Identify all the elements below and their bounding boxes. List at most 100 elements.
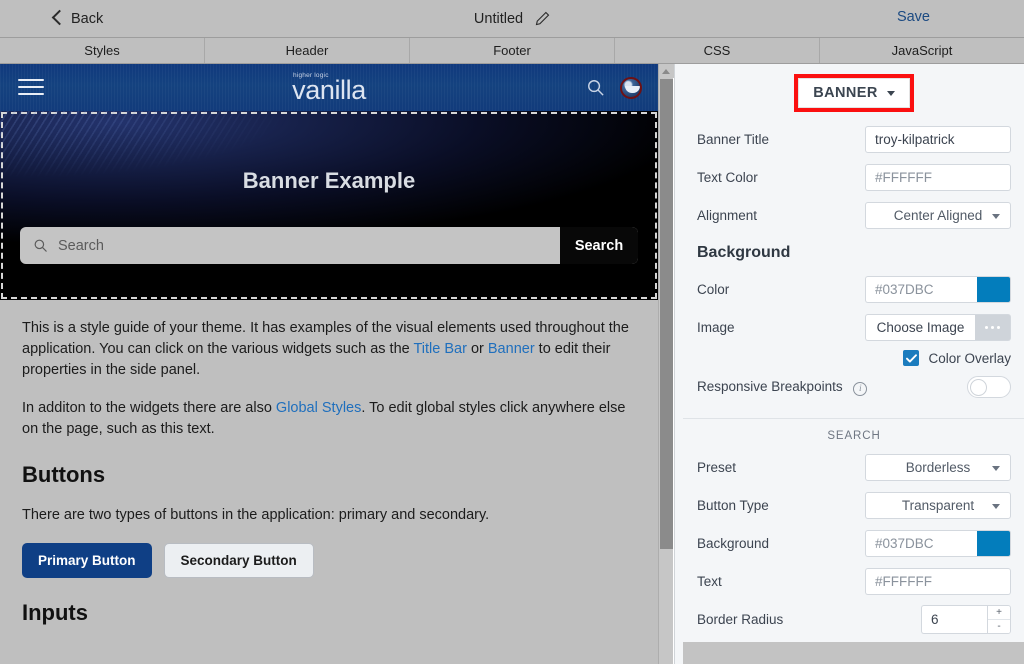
- search-text-swatch[interactable]: [977, 568, 1011, 595]
- avatar[interactable]: [620, 77, 642, 99]
- banner-widget[interactable]: Banner Example Search Search: [0, 111, 658, 300]
- scrollbar-thumb[interactable]: [660, 79, 673, 549]
- guide-p1-text-b: or: [467, 341, 488, 357]
- field-alignment: Alignment Center Aligned: [697, 198, 1011, 232]
- search-text-input[interactable]: #FFFFFF: [865, 568, 977, 595]
- chevron-left-icon: [52, 10, 62, 27]
- info-icon[interactable]: i: [853, 382, 867, 396]
- stepper-increment-button[interactable]: +: [988, 606, 1010, 620]
- color-overlay-checkbox[interactable]: [903, 350, 919, 366]
- secondary-button[interactable]: Secondary Button: [164, 543, 314, 578]
- widget-selector-dropdown[interactable]: BANNER: [798, 78, 909, 108]
- search-text-label: Text: [697, 574, 865, 589]
- tab-header[interactable]: Header: [205, 38, 410, 63]
- search-settings-section: Preset Borderless Button Type Transparen…: [683, 450, 1024, 636]
- search-icon: [33, 238, 48, 253]
- settings-panel-inner: BANNER Banner Title troy-kilpatrick Text…: [683, 64, 1024, 664]
- preview-scrollbar[interactable]: [658, 64, 673, 664]
- stepper-decrement-button[interactable]: -: [988, 620, 1010, 633]
- top-bar: Back Untitled Save: [0, 0, 1024, 37]
- editor-tabs: Styles Header Footer CSS JavaScript: [0, 37, 1024, 64]
- search-background-label: Background: [697, 536, 865, 551]
- responsive-breakpoints-toggle[interactable]: [967, 376, 1011, 398]
- background-color-input[interactable]: #037DBC: [865, 276, 977, 303]
- border-radius-input[interactable]: 6: [921, 605, 987, 634]
- preset-select[interactable]: Borderless: [865, 454, 1011, 481]
- text-color-input[interactable]: #FFFFFF: [865, 164, 977, 191]
- panel-footer: [683, 642, 1024, 664]
- back-button-label: Back: [71, 11, 103, 27]
- primary-button[interactable]: Primary Button: [22, 543, 152, 578]
- choose-image-button[interactable]: Choose Image: [865, 314, 975, 341]
- logo-wordmark: vanilla: [292, 77, 366, 104]
- image-field: Choose Image: [865, 314, 1011, 341]
- buttons-description: There are two types of buttons in the ap…: [22, 505, 636, 526]
- banner-title-label: Banner Title: [697, 132, 865, 147]
- alignment-value: Center Aligned: [894, 208, 983, 223]
- field-search-background: Background #037DBC: [697, 526, 1011, 560]
- tab-css[interactable]: CSS: [615, 38, 820, 63]
- background-color-swatch[interactable]: [977, 276, 1011, 303]
- banner-settings-section: Banner Title troy-kilpatrick Text Color …: [683, 122, 1024, 404]
- button-type-label: Button Type: [697, 498, 865, 513]
- field-text-color: Text Color #FFFFFF: [697, 160, 1011, 194]
- button-examples: Primary Button Secondary Button: [22, 543, 636, 578]
- buttons-heading: Buttons: [22, 462, 636, 488]
- border-radius-label: Border Radius: [697, 612, 865, 627]
- preset-value: Borderless: [906, 460, 971, 475]
- preset-label: Preset: [697, 460, 865, 475]
- scroll-up-arrow-icon[interactable]: [659, 64, 674, 78]
- button-type-value: Transparent: [902, 498, 974, 513]
- responsive-label-text: Responsive Breakpoints: [697, 379, 843, 394]
- back-button[interactable]: Back: [52, 10, 103, 27]
- responsive-breakpoints-label: Responsive Breakpoints i: [697, 379, 967, 396]
- page-title: Untitled: [474, 11, 523, 27]
- tab-footer[interactable]: Footer: [410, 38, 615, 63]
- pencil-icon[interactable]: [535, 11, 550, 26]
- field-banner-title: Banner Title troy-kilpatrick: [697, 122, 1011, 156]
- search-section-title: SEARCH: [683, 419, 1024, 450]
- chevron-down-icon: [992, 466, 1000, 471]
- guide-paragraph-2: In additon to the widgets there are also…: [22, 398, 636, 440]
- background-heading: Background: [697, 244, 1011, 262]
- banner-search-placeholder[interactable]: Search: [58, 238, 560, 254]
- settings-panel: BANNER Banner Title troy-kilpatrick Text…: [674, 64, 1024, 664]
- banner-title-text: Banner Example: [243, 168, 415, 194]
- field-search-text: Text #FFFFFF: [697, 564, 1011, 598]
- banner-link[interactable]: Banner: [488, 341, 535, 357]
- theme-preview-pane: higher logic vanilla Banner Example Sear…: [0, 64, 658, 664]
- text-color-field: #FFFFFF: [865, 164, 1011, 191]
- banner-title-input[interactable]: troy-kilpatrick: [865, 126, 1011, 153]
- field-background-color: Color #037DBC: [697, 272, 1011, 306]
- field-color-overlay: Color Overlay: [697, 350, 1011, 366]
- image-more-options-button[interactable]: [975, 314, 1011, 341]
- dot-icon: [991, 326, 994, 329]
- search-icon[interactable]: [586, 78, 605, 97]
- search-background-field: #037DBC: [865, 530, 1011, 557]
- theme-editor-window: Back Untitled Save Styles Header Footer …: [0, 0, 1024, 664]
- header-actions: [586, 64, 642, 111]
- guide-paragraph-1: This is a style guide of your theme. It …: [22, 318, 636, 381]
- chevron-down-icon: [992, 214, 1000, 219]
- field-button-type: Button Type Transparent: [697, 488, 1011, 522]
- banner-search-bar[interactable]: Search Search: [20, 227, 638, 264]
- save-button[interactable]: Save: [897, 9, 930, 25]
- dot-icon: [997, 326, 1000, 329]
- inputs-heading: Inputs: [22, 600, 636, 626]
- document-title-group: Untitled: [0, 0, 1024, 37]
- alignment-label: Alignment: [697, 208, 865, 223]
- search-background-swatch[interactable]: [977, 530, 1011, 557]
- alignment-select[interactable]: Center Aligned: [865, 202, 1011, 229]
- global-styles-link[interactable]: Global Styles: [276, 400, 361, 416]
- style-guide-content: This is a style guide of your theme. It …: [0, 300, 658, 626]
- site-header-widget[interactable]: higher logic vanilla: [0, 64, 658, 111]
- border-radius-stepper: 6 + -: [865, 605, 1011, 634]
- search-background-input[interactable]: #037DBC: [865, 530, 977, 557]
- tab-styles[interactable]: Styles: [0, 38, 205, 63]
- dot-icon: [985, 326, 988, 329]
- banner-search-button[interactable]: Search: [560, 227, 638, 264]
- tab-javascript[interactable]: JavaScript: [820, 38, 1024, 63]
- title-bar-link[interactable]: Title Bar: [413, 341, 466, 357]
- button-type-select[interactable]: Transparent: [865, 492, 1011, 519]
- text-color-swatch[interactable]: [977, 164, 1011, 191]
